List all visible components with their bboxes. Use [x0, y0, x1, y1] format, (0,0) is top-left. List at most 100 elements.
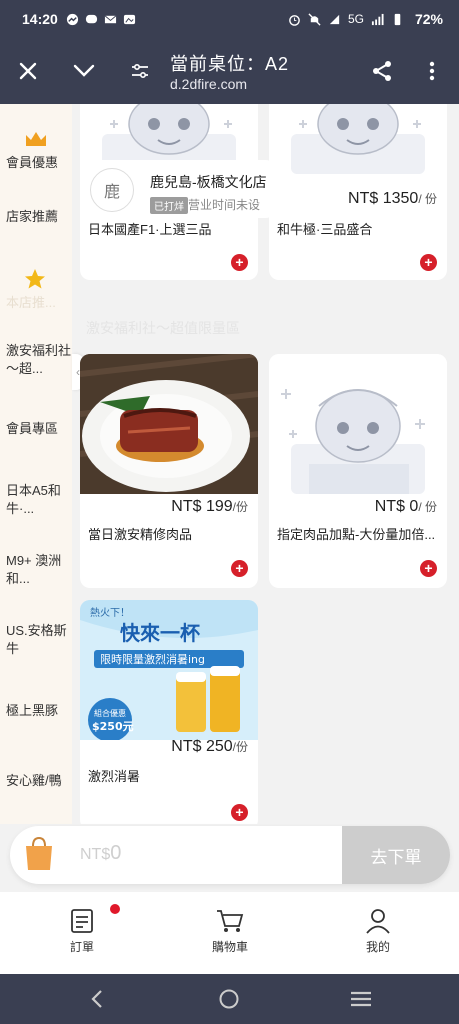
- battery-icon: [394, 13, 401, 25]
- add-to-cart-button[interactable]: +: [420, 254, 437, 271]
- cart-bar: NT$0 去下單: [10, 826, 450, 884]
- sidebar-item-label: 日本A5和牛·...: [6, 483, 61, 516]
- sidebar-item-house-recommend[interactable]: 本店推...: [0, 268, 72, 312]
- sidebar-item-label: 本店推...: [6, 295, 56, 310]
- sidebar-item-m9-aus-wagyu[interactable]: M9+ 澳洲和...: [0, 552, 72, 588]
- bottom-nav: 訂單 購物車 我的: [0, 892, 459, 974]
- section-title: 激安福利社～超值限量區: [86, 320, 240, 336]
- battery-percent: 72%: [414, 11, 443, 27]
- nav-orders[interactable]: 訂單: [42, 908, 122, 955]
- sidebar-item-label: 店家推薦: [6, 209, 59, 224]
- product-placeholder-image: [269, 354, 447, 494]
- checkout-button[interactable]: 去下單: [342, 826, 450, 884]
- close-icon: [19, 62, 37, 80]
- shopping-cart-icon: [217, 910, 244, 932]
- add-to-cart-button[interactable]: +: [420, 560, 437, 577]
- steak-photo: [80, 354, 258, 494]
- android-home-button[interactable]: [214, 986, 244, 1012]
- collapse-button[interactable]: [64, 38, 104, 104]
- product-name: 當日激安精修肉品: [88, 527, 193, 542]
- notification-icons: [66, 13, 136, 26]
- notification-dot: [110, 904, 120, 914]
- product-name: 日本國產F1·上選三品: [88, 222, 212, 237]
- poster-line2: 快來一杯: [120, 621, 200, 645]
- messenger-icon: [66, 13, 78, 25]
- back-icon: [91, 990, 102, 1008]
- product-card[interactable]: NT$ 199/份 當日激安精修肉品 +: [80, 354, 258, 588]
- sidebar-item-label: 極上黑豚: [6, 703, 59, 718]
- product-price: NT$ 199/份: [171, 498, 248, 515]
- page-title: 當前桌位：A2: [170, 54, 290, 74]
- signal-icon: [371, 13, 384, 25]
- product-card[interactable]: 熱火下！ 快來一杯 限時限量激烈消暑ing 組合優惠 $250元 NT$ 250…: [80, 600, 258, 824]
- status-time: 14:20: [22, 11, 58, 27]
- sidebar-item-member-offers[interactable]: 會員優惠: [0, 130, 72, 172]
- status-bar: 14:20 5G 72%: [0, 0, 459, 38]
- page-settings-button[interactable]: [120, 38, 160, 104]
- store-name: 鹿兒島-板橋文化店: [150, 174, 267, 190]
- beer-promo-poster: 熱火下！ 快來一杯 限時限量激烈消暑ing 組合優惠 $250元: [80, 600, 258, 740]
- add-to-cart-button[interactable]: +: [231, 804, 248, 821]
- share-icon: [373, 61, 391, 81]
- lte-signal-icon: [329, 14, 340, 24]
- product-image: 熱火下！ 快來一杯 限時限量激烈消暑ing 組合優惠 $250元: [80, 600, 258, 740]
- sidebar-item-chicken-duck[interactable]: 安心雞/鴨: [0, 772, 72, 790]
- product-placeholder-image: [269, 104, 447, 174]
- poster-line3: 限時限量激烈消暑ing: [100, 652, 205, 666]
- store-status-badge: 已打烊: [150, 197, 188, 214]
- product-name: 指定肉品加點-大份量加倍...: [277, 527, 436, 542]
- order-list-icon: [71, 909, 93, 933]
- gallery-icon: [123, 14, 135, 24]
- cart-total: NT$0: [80, 842, 122, 864]
- sidebar-item-label: M9+ 澳洲和...: [6, 553, 62, 586]
- add-to-cart-button[interactable]: +: [231, 254, 248, 271]
- add-to-cart-button[interactable]: +: [231, 560, 248, 577]
- close-button[interactable]: [8, 38, 48, 104]
- nav-label: 購物車: [211, 940, 248, 954]
- page-url: d.2dfire.com: [170, 76, 248, 92]
- product-image: [80, 354, 258, 494]
- more-menu-button[interactable]: [412, 38, 452, 104]
- android-nav-bar: [0, 974, 459, 1024]
- nav-label: 訂單: [69, 940, 94, 954]
- sidebar-item-discount-club[interactable]: 激安福利社～超...: [0, 342, 72, 378]
- sliders-icon: [132, 63, 148, 79]
- product-card[interactable]: NT$ 1350/ 份 和牛極·三品盛合 +: [269, 104, 447, 280]
- shopping-bag-icon[interactable]: [24, 836, 54, 872]
- store-avatar: 鹿: [90, 168, 134, 212]
- home-icon: [219, 989, 239, 1009]
- android-recents-button[interactable]: [346, 986, 376, 1012]
- sidebar-item-label: US.安格斯牛: [6, 623, 67, 656]
- network-type: 5G: [347, 12, 364, 26]
- share-button[interactable]: [362, 38, 402, 104]
- nav-mine[interactable]: 我的: [338, 908, 418, 955]
- user-icon: [366, 909, 390, 934]
- chevron-down-icon: [73, 64, 95, 77]
- poster-line1: 熱火下！: [90, 606, 130, 619]
- mascot-placeholder-icon: [281, 389, 425, 494]
- product-price: NT$ 1350/ 份: [348, 190, 437, 207]
- category-sidebar: 會員優惠 店家推薦 本店推... 激安福利社～超... 會員專區 日本A5和牛·…: [0, 104, 72, 824]
- android-back-button[interactable]: [82, 986, 112, 1012]
- poster-combo: 組合優惠: [94, 708, 126, 718]
- sidebar-item-member-zone[interactable]: 會員專區: [0, 420, 72, 438]
- sidebar-item-label: 會員優惠: [6, 155, 59, 170]
- product-price: NT$ 0/ 份: [374, 498, 437, 515]
- app-header: 當前桌位：A2 d.2dfire.com: [0, 38, 459, 104]
- store-info-popup[interactable]: 鹿 鹿兒島-板橋文化店 已打烊 营业时间未设: [84, 160, 274, 218]
- crown-icon: [26, 132, 46, 146]
- nav-cart[interactable]: 購物車: [190, 908, 270, 955]
- product-price: NT$ 250/份: [171, 738, 248, 755]
- menu-icon: [351, 991, 371, 1007]
- sidebar-item-black-pork[interactable]: 極上黑豚: [0, 702, 72, 720]
- sidebar-item-label: 安心雞/鴨: [6, 773, 62, 788]
- sidebar-item-us-angus[interactable]: US.安格斯牛: [0, 622, 72, 658]
- mute-icon: [308, 12, 321, 26]
- mail-icon: [104, 14, 117, 23]
- product-name: 激烈消暑: [88, 769, 141, 784]
- poster-combo-price: $250元: [92, 720, 134, 733]
- product-card[interactable]: NT$ 0/ 份 指定肉品加點-大份量加倍... +: [269, 354, 447, 588]
- sidebar-item-japan-a5-wagyu[interactable]: 日本A5和牛·...: [0, 482, 72, 518]
- store-hours: 营业时间未设: [188, 198, 261, 212]
- sidebar-item-store-recommend[interactable]: 店家推薦: [0, 208, 72, 226]
